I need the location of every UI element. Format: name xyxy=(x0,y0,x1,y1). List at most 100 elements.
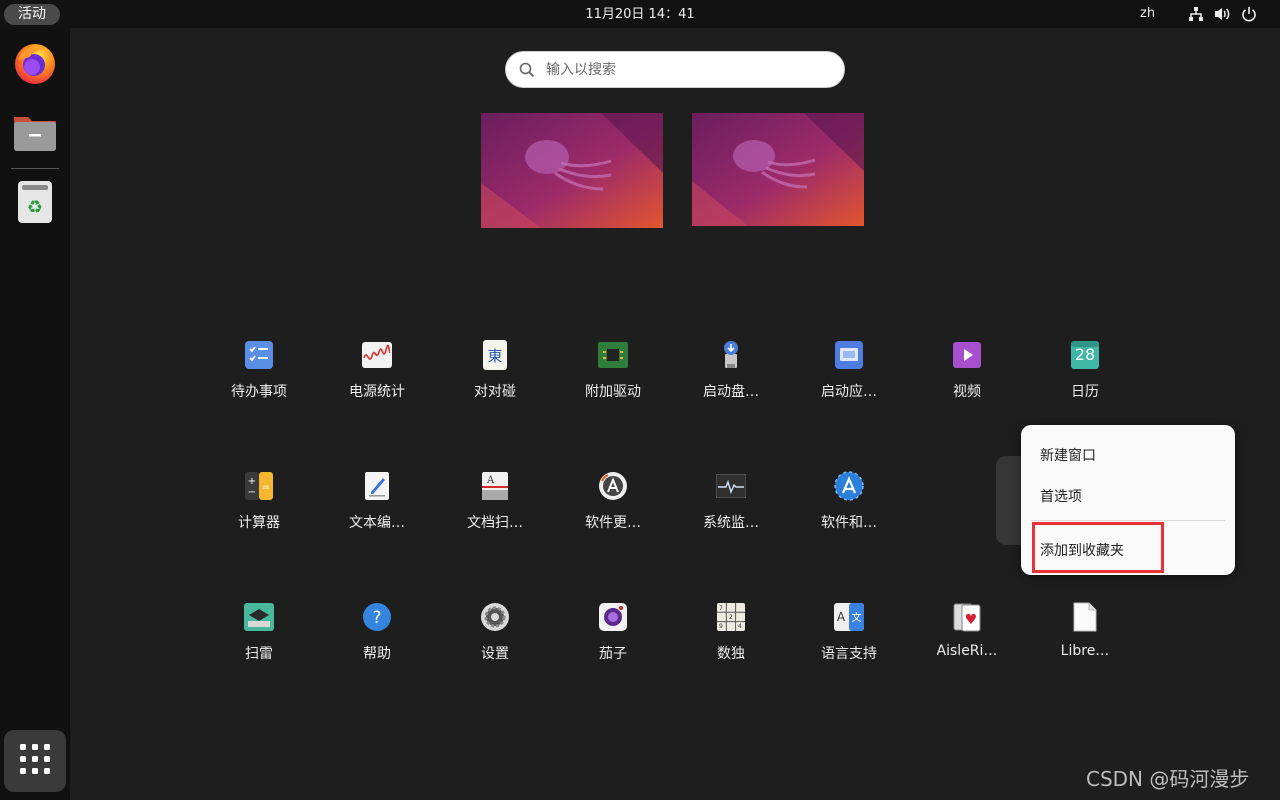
firefox-icon xyxy=(12,40,58,90)
folder-icon xyxy=(12,109,58,157)
app-sudoku[interactable]: 724 9 数独 xyxy=(681,589,781,689)
app-power-statistics[interactable]: 电源统计 xyxy=(327,327,427,427)
svg-text:=: = xyxy=(262,482,270,493)
workspace-thumbnail-1[interactable] xyxy=(481,113,663,228)
mahjong-icon: 東 xyxy=(479,339,511,371)
show-apps-button[interactable] xyxy=(4,730,66,792)
search-icon xyxy=(519,62,535,82)
app-calendar[interactable]: 28 日历 xyxy=(1035,327,1135,427)
app-label: 计算器 xyxy=(238,515,280,531)
app-label: 文档扫… xyxy=(467,515,523,531)
app-cheese[interactable]: 茄子 xyxy=(563,589,663,689)
app-todo[interactable]: 待办事项 xyxy=(209,327,309,427)
svg-text:4: 4 xyxy=(738,623,742,630)
app-software-sources[interactable]: 软件和… xyxy=(799,458,899,558)
dock: ♻ xyxy=(0,28,70,800)
clock[interactable]: 11月20日 14：41 xyxy=(585,7,694,22)
app-label: 软件更… xyxy=(585,515,641,531)
app-text-editor[interactable]: 文本编… xyxy=(327,458,427,558)
svg-text:A: A xyxy=(486,475,495,486)
volume-icon[interactable] xyxy=(1214,6,1231,22)
app-document-scanner[interactable]: A 文档扫… xyxy=(445,458,545,558)
language-support-icon: A文 xyxy=(833,601,865,633)
workspace-thumbnail-2[interactable] xyxy=(692,113,864,226)
app-label: 茄子 xyxy=(599,646,627,662)
svg-text:A: A xyxy=(837,610,846,624)
app-language-support[interactable]: A文 语言支持 xyxy=(799,589,899,689)
menu-item-new-window[interactable]: 新建窗口 xyxy=(1040,445,1096,465)
startup-apps-icon xyxy=(833,339,865,371)
todo-icon xyxy=(243,339,275,371)
app-additional-drivers[interactable]: 附加驱动 xyxy=(563,327,663,427)
app-calculator[interactable]: + − = 计算器 xyxy=(209,458,309,558)
app-label: 软件和… xyxy=(821,515,877,531)
top-bar: 活动 11月20日 14：41 zh xyxy=(0,0,1280,28)
app-settings[interactable]: 设置 xyxy=(445,589,545,689)
system-tray[interactable] xyxy=(1188,5,1257,23)
app-label: 扫雷 xyxy=(245,646,273,662)
app-mahjong[interactable]: 東 对对碰 xyxy=(445,327,545,427)
search-bar[interactable] xyxy=(505,51,845,88)
app-label: AisleRi… xyxy=(936,643,998,659)
svg-text:9: 9 xyxy=(719,623,723,630)
svg-text:−: − xyxy=(248,487,256,498)
overview: 待办事项 电源统计 東 对对碰 附加驱动 启动盘… 启动应… 视频 28 日历 … xyxy=(70,28,1280,800)
dock-separator xyxy=(11,168,59,169)
trash-launcher[interactable]: ♻ xyxy=(6,175,64,233)
usb-creator-icon xyxy=(715,339,747,371)
app-label: 文本编… xyxy=(349,515,405,531)
app-mines[interactable]: 扫雷 xyxy=(209,589,309,689)
settings-icon xyxy=(479,601,511,633)
svg-text:♻: ♻ xyxy=(27,197,43,218)
document-scanner-icon: A xyxy=(479,470,511,502)
power-icon[interactable] xyxy=(1241,6,1257,22)
app-label: 对对碰 xyxy=(474,384,516,400)
app-videos[interactable]: 视频 xyxy=(917,327,1017,427)
app-label: 系统监… xyxy=(703,515,759,531)
app-aisleriot[interactable]: ♥ AisleRi… xyxy=(917,589,1017,689)
search-input[interactable] xyxy=(546,58,826,82)
software-sources-icon xyxy=(833,470,865,502)
sudoku-icon: 724 9 xyxy=(715,601,747,633)
watermark: CSDN @码河漫步 xyxy=(1086,767,1250,791)
firefox-launcher[interactable] xyxy=(6,36,64,94)
app-label: 待办事项 xyxy=(231,384,287,400)
cheese-icon xyxy=(597,601,629,633)
power-stats-icon xyxy=(361,339,393,371)
menu-item-preferences[interactable]: 首选项 xyxy=(1040,486,1082,506)
software-updater-icon xyxy=(597,470,629,502)
app-startup-disk-creator[interactable]: 启动盘… xyxy=(681,327,781,427)
app-software-updater[interactable]: 软件更… xyxy=(563,458,663,558)
annotation-highlight-box xyxy=(1032,522,1164,573)
app-label: 语言支持 xyxy=(821,646,877,662)
video-icon xyxy=(951,339,983,371)
activities-button[interactable]: 活动 xyxy=(4,4,60,25)
network-icon[interactable] xyxy=(1188,6,1204,22)
chip-icon xyxy=(597,339,629,371)
app-label: 视频 xyxy=(953,384,981,400)
svg-text:文: 文 xyxy=(852,611,862,624)
svg-text:7: 7 xyxy=(719,605,723,612)
app-label: 启动应… xyxy=(821,384,877,400)
app-label: 启动盘… xyxy=(703,384,759,400)
trash-icon: ♻ xyxy=(15,179,55,229)
files-launcher[interactable] xyxy=(6,104,64,162)
system-monitor-icon xyxy=(715,470,747,502)
app-label: 日历 xyxy=(1071,384,1099,400)
calendar-day: 28 xyxy=(1074,345,1096,364)
app-libreoffice[interactable]: Libre… xyxy=(1035,589,1135,689)
input-language-indicator[interactable]: zh xyxy=(1140,0,1155,28)
app-startup-applications[interactable]: 启动应… xyxy=(799,327,899,427)
svg-text:東: 東 xyxy=(487,347,502,365)
libreoffice-icon xyxy=(1069,601,1101,633)
aisleriot-icon: ♥ xyxy=(951,601,983,633)
app-system-monitor[interactable]: 系统监… xyxy=(681,458,781,558)
calculator-icon: + − = xyxy=(243,470,275,502)
menu-separator xyxy=(1031,520,1225,521)
svg-text:♥: ♥ xyxy=(965,612,978,628)
app-help[interactable]: ? 帮助 xyxy=(327,589,427,689)
svg-text:2: 2 xyxy=(729,614,733,621)
clock-area: 11月20日 14：41 xyxy=(0,0,1280,28)
app-grid-icon xyxy=(20,744,50,778)
calendar-icon: 28 xyxy=(1069,339,1101,371)
